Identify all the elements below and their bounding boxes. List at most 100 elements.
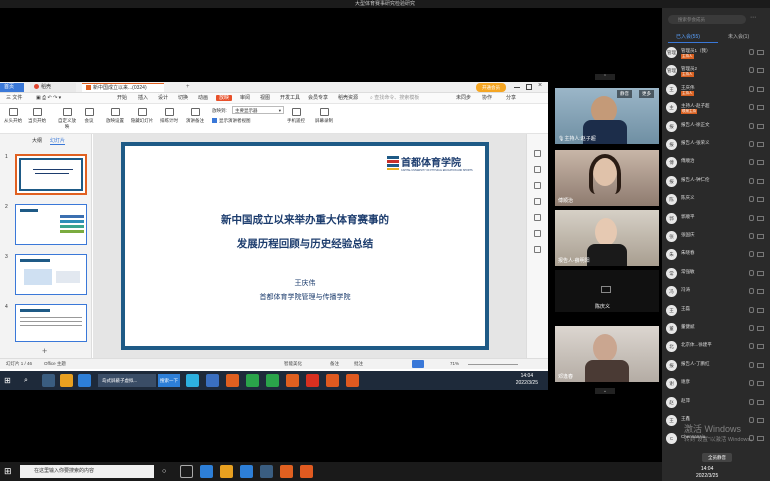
participant-row[interactable]: 傅傅顺治	[666, 156, 766, 170]
participant-row[interactable]: 董董健斌	[666, 322, 766, 336]
camera-icon[interactable]	[757, 418, 764, 423]
presenter-view-option[interactable]: 显示演讲者视图	[212, 118, 251, 124]
menu-slideshow[interactable]: 放映	[216, 94, 233, 103]
participant-row[interactable]: 北北京体...徐建平	[666, 340, 766, 354]
edge-icon[interactable]	[200, 465, 213, 478]
mic-icon[interactable]	[749, 269, 754, 276]
wps-sheet-icon[interactable]	[346, 374, 359, 387]
from-start-button[interactable]: 从头开始	[4, 108, 22, 124]
mic-icon[interactable]	[749, 214, 754, 221]
menu-insert[interactable]: 插入	[138, 94, 148, 103]
notes-button[interactable]: 演讲备注	[184, 108, 206, 124]
collapse-arrow-icon[interactable]: ⌃	[595, 74, 615, 80]
camera-icon[interactable]	[757, 178, 764, 184]
mic-icon[interactable]	[749, 343, 754, 350]
location-icon[interactable]	[534, 246, 541, 253]
add-slide-button[interactable]: +	[42, 346, 47, 356]
camera-icon[interactable]	[757, 142, 764, 147]
mic-icon[interactable]	[749, 398, 754, 405]
rehearse-button[interactable]: 排练计时	[158, 108, 180, 124]
participant-row[interactable]: 张张国庆	[666, 230, 766, 244]
mail-icon[interactable]	[260, 465, 273, 478]
participant-row[interactable]: 报报告人-钟仁伦	[666, 175, 766, 189]
animation-icon[interactable]	[534, 214, 541, 221]
menu-daoke-resources[interactable]: 稻壳资源	[338, 94, 358, 103]
mic-icon[interactable]	[749, 196, 754, 203]
mic-icon[interactable]	[749, 177, 754, 184]
tab-not-joined[interactable]: 未入会(1)	[728, 33, 749, 40]
participant-row[interactable]: 谢谢彦	[666, 377, 766, 391]
participant-row[interactable]: 常常强敏	[666, 267, 766, 281]
mic-icon[interactable]	[749, 141, 754, 147]
menu-file[interactable]: 三 文件	[6, 94, 22, 103]
system-clock[interactable]: 14:04 2022/3/25	[696, 466, 718, 480]
mic-icon[interactable]	[749, 361, 754, 368]
camera-icon[interactable]	[757, 68, 764, 74]
camera-icon[interactable]	[757, 381, 764, 387]
participant-row[interactable]: 报报告人-徐正文	[666, 120, 766, 134]
mute-button[interactable]: 静音	[617, 90, 632, 98]
notes-toggle[interactable]: 备注	[330, 361, 339, 367]
participant-row[interactable]: 主主持人-赵子超 联席主持	[666, 101, 766, 115]
participant-row[interactable]: 报报告人-张荣义	[666, 138, 766, 152]
zoom-slider[interactable]	[468, 364, 518, 365]
menu-developer[interactable]: 开发工具	[280, 94, 300, 103]
command-search[interactable]: ⌕ 查找命令、搜索模板	[370, 94, 419, 103]
participant-row[interactable]: 赵赵萍	[666, 396, 766, 410]
video-tile-host[interactable]: 静音 更多 🎙主持人:赵子超	[555, 88, 659, 144]
transition-icon[interactable]	[534, 230, 541, 237]
video-tile[interactable]: 邓逢春	[555, 326, 659, 382]
camera-icon[interactable]	[757, 197, 764, 203]
mic-icon[interactable]	[749, 159, 754, 166]
video-tile-no-camera[interactable]: 陈庆义	[555, 270, 659, 312]
menu-transition[interactable]: 切换	[178, 94, 188, 103]
format-icon[interactable]	[534, 198, 541, 205]
video-tile[interactable]: 报告人-薛明阳	[555, 210, 659, 266]
phone-remote-button[interactable]: 手机遥控	[286, 108, 306, 124]
edge-icon[interactable]	[78, 374, 91, 387]
slide-thumbnail[interactable]	[15, 204, 87, 245]
screen-record-button[interactable]: 屏幕录制	[314, 108, 334, 124]
word-icon[interactable]	[206, 374, 219, 387]
slide-thumbnail[interactable]	[15, 154, 87, 195]
camera-icon[interactable]	[757, 344, 764, 350]
mic-icon[interactable]	[749, 233, 754, 239]
mic-icon[interactable]	[749, 325, 754, 331]
mic-icon[interactable]	[749, 380, 754, 387]
shape-icon[interactable]	[534, 182, 541, 189]
camera-icon[interactable]	[757, 289, 764, 295]
windows-start-icon[interactable]: ⊞	[4, 374, 17, 387]
wps-doc-icon[interactable]	[326, 374, 339, 387]
tab-slides[interactable]: 幻灯片	[50, 137, 66, 145]
wps-icon[interactable]	[280, 465, 293, 478]
slide-thumbnail[interactable]	[15, 254, 87, 295]
cortana-icon[interactable]: ○	[162, 465, 175, 478]
zoom-level[interactable]: 71%	[450, 361, 459, 366]
camera-icon[interactable]	[757, 86, 764, 92]
menu-design[interactable]: 设计	[158, 94, 168, 103]
slide-thumbnail[interactable]	[15, 304, 87, 342]
smart-beautify-button[interactable]: 智能美化	[284, 361, 302, 367]
mic-icon[interactable]	[749, 67, 754, 74]
participant-row[interactable]: 报报告人-丁鹏红	[666, 359, 766, 373]
wechat-work-icon[interactable]	[266, 374, 279, 387]
camera-icon[interactable]	[757, 399, 764, 405]
store-icon[interactable]	[240, 465, 253, 478]
more-button[interactable]: 更多	[639, 90, 654, 98]
wps-pdf-icon[interactable]	[306, 374, 319, 387]
collab-button[interactable]: 协作	[482, 94, 492, 103]
taskbar-search[interactable]: 在这里输入你要搜索的内容	[20, 465, 154, 478]
hide-slide-button[interactable]: 隐藏幻灯片	[130, 108, 154, 124]
camera-icon[interactable]	[757, 105, 764, 111]
participant-row[interactable]: 冯冯涛	[666, 285, 766, 299]
new-tab-icon[interactable]: +	[186, 84, 192, 90]
mute-all-button[interactable]: 全员静音	[702, 453, 732, 462]
windows-start-icon[interactable]: ⊞	[4, 466, 14, 476]
close-icon[interactable]: ×	[538, 82, 542, 89]
share-button[interactable]: 分享	[506, 94, 516, 103]
mic-icon[interactable]	[749, 306, 754, 313]
play-slideshow-button[interactable]	[412, 360, 424, 368]
from-current-button[interactable]: 当页开始	[28, 108, 46, 124]
camera-icon[interactable]	[757, 123, 764, 129]
participant-row[interactable]: 管理 管理员2 主持人	[666, 64, 766, 78]
